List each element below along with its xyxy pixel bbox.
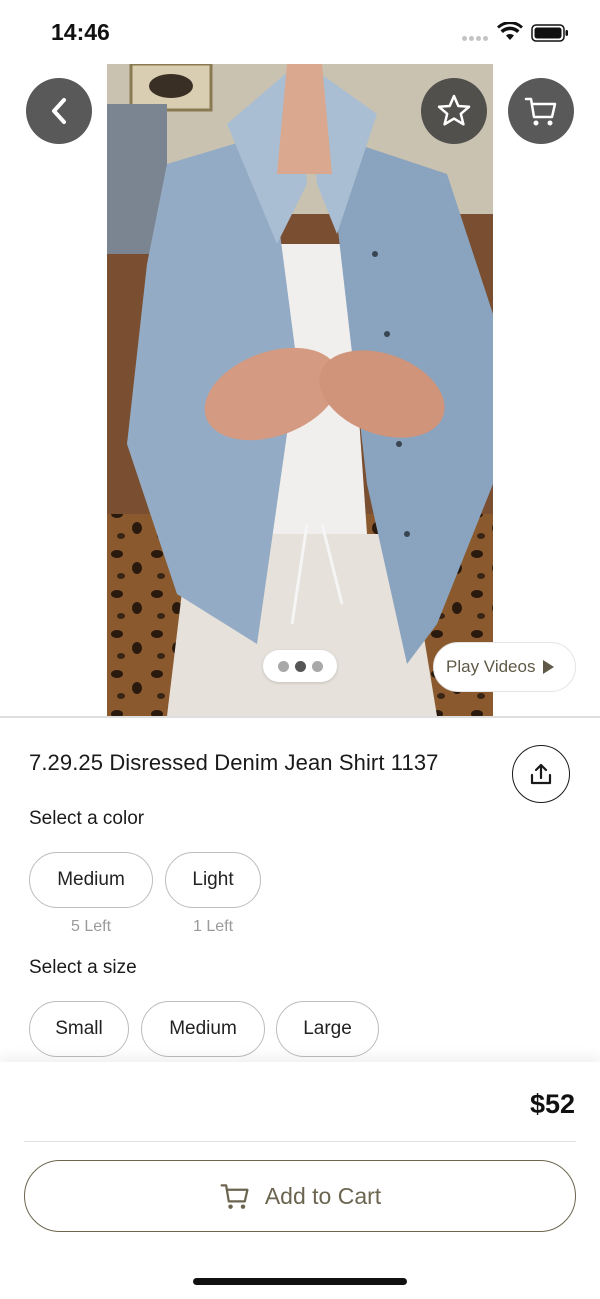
pager-dot[interactable] bbox=[277, 660, 289, 672]
pager-dot-active[interactable] bbox=[294, 660, 306, 672]
pager-dot[interactable] bbox=[311, 660, 323, 672]
play-videos-button[interactable]: Play Videos bbox=[433, 642, 576, 692]
play-videos-label: Play Videos bbox=[446, 657, 536, 676]
signal-icon bbox=[462, 36, 490, 42]
size-option-medium[interactable]: Medium bbox=[141, 1001, 265, 1057]
back-button[interactable] bbox=[26, 78, 92, 144]
share-button[interactable] bbox=[512, 745, 570, 803]
image-pager[interactable] bbox=[263, 650, 337, 682]
size-option-large[interactable]: Large bbox=[276, 1001, 379, 1057]
price: $52 bbox=[529, 1089, 575, 1119]
cart-icon bbox=[524, 97, 557, 126]
status-time: 14:46 bbox=[51, 19, 110, 45]
wifi-icon bbox=[497, 22, 523, 40]
play-icon bbox=[543, 660, 555, 674]
cart-button[interactable] bbox=[508, 78, 574, 144]
status-bar: 14:46 bbox=[0, 0, 600, 64]
add-to-cart-label: Add to Cart bbox=[264, 1182, 382, 1209]
favorite-button[interactable] bbox=[421, 78, 487, 144]
home-indicator[interactable] bbox=[193, 1278, 407, 1285]
divider bbox=[0, 716, 600, 718]
product-photo[interactable] bbox=[107, 64, 493, 716]
add-to-cart-button[interactable]: Add to Cart bbox=[24, 1160, 576, 1232]
divider bbox=[24, 1141, 576, 1142]
cart-icon bbox=[220, 1184, 249, 1209]
checkout-panel: $52 Add to Cart bbox=[0, 1062, 600, 1299]
color-option-medium[interactable]: Medium bbox=[29, 852, 153, 908]
battery-icon bbox=[531, 24, 568, 42]
stock-count-light: 1 Left bbox=[192, 918, 234, 935]
size-section-label: Select a size bbox=[29, 957, 137, 978]
star-icon bbox=[437, 94, 471, 126]
stock-count-medium: 5 Left bbox=[70, 918, 112, 935]
chevron-left-icon bbox=[52, 98, 66, 124]
product-media[interactable]: Play Videos bbox=[0, 64, 600, 716]
share-icon bbox=[530, 763, 552, 785]
color-option-light[interactable]: Light bbox=[165, 852, 261, 908]
color-section-label: Select a color bbox=[29, 808, 145, 829]
product-title: 7.29.25 Disressed Denim Jean Shirt 1137 bbox=[29, 750, 439, 775]
size-option-small[interactable]: Small bbox=[29, 1001, 129, 1057]
